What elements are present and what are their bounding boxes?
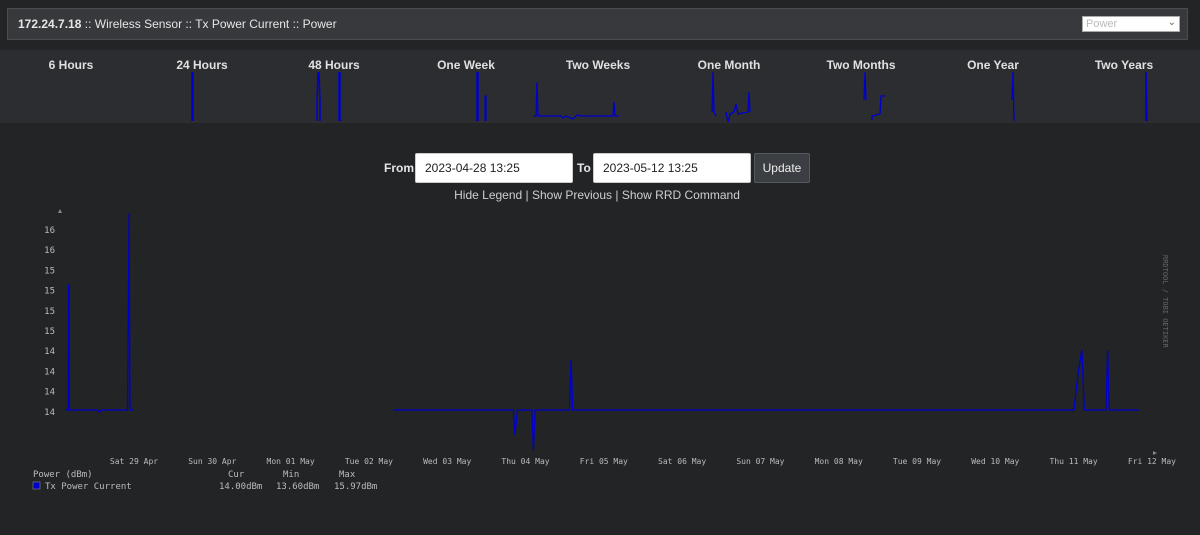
legend-col-max: Max xyxy=(339,470,356,480)
x-tick-label: Wed 10 May xyxy=(971,457,1019,466)
timespan-24-hours[interactable]: 24 Hours xyxy=(137,50,267,123)
timespan-sparkline xyxy=(476,72,487,121)
timespan-sparkline xyxy=(191,72,194,121)
timespan-one-month[interactable]: One Month xyxy=(664,50,794,123)
x-tick-label: Fri 05 May xyxy=(580,457,628,466)
x-tick-label: Thu 11 May xyxy=(1050,457,1098,466)
x-tick-label: Sat 29 Apr xyxy=(110,457,158,466)
legend-unit-label: Power (dBm) xyxy=(33,470,93,480)
from-date-input[interactable] xyxy=(415,153,573,183)
update-button[interactable]: Update xyxy=(754,153,810,183)
y-tick-label: 15 xyxy=(44,327,55,337)
timespan-label: 48 Hours xyxy=(308,58,360,72)
timespan-previews: 6 Hours 24 Hours 48 Hours One Week Two W… xyxy=(0,50,1200,123)
timespan-sparkline xyxy=(533,81,619,120)
breadcrumb: 172.24.7.18 :: Wireless Sensor :: Tx Pow… xyxy=(18,17,337,31)
y-tick-label: 16 xyxy=(44,226,55,236)
x-tick-label: Fri 12 May xyxy=(1128,457,1176,466)
graph-header: 172.24.7.18 :: Wireless Sensor :: Tx Pow… xyxy=(7,8,1188,40)
show-rrd-command-link[interactable]: Show RRD Command xyxy=(622,188,740,202)
series-line-tx-power-current xyxy=(393,349,1139,451)
x-axis-arrow-icon xyxy=(1153,451,1157,455)
x-axis-ticks: Sat 29 Apr Sun 30 Apr Mon 01 May Tue 02 May… xyxy=(110,457,1176,466)
timespan-label: One Year xyxy=(967,58,1019,72)
timespan-sparkline xyxy=(863,72,885,120)
legend-cur-value: 14.00dBm xyxy=(219,482,262,492)
metric-select[interactable]: Power ⌄ xyxy=(1082,16,1180,32)
timespan-sparkline xyxy=(1011,72,1015,122)
x-tick-label: Sat 06 May xyxy=(658,457,706,466)
y-tick-label: 15 xyxy=(44,266,55,276)
y-tick-label: 16 xyxy=(44,246,55,256)
to-label: To xyxy=(577,161,591,175)
y-tick-label: 14 xyxy=(44,388,55,398)
chevron-down-icon: ⌄ xyxy=(1167,17,1176,28)
timespan-48-hours[interactable]: 48 Hours xyxy=(269,50,399,123)
from-label: From xyxy=(384,161,414,175)
y-tick-label: 14 xyxy=(44,367,55,377)
y-axis-ticks: 16 16 15 15 15 15 14 14 14 14 xyxy=(44,226,55,418)
x-tick-label: Mon 01 May xyxy=(267,457,315,466)
timespan-label: Two Weeks xyxy=(565,58,631,72)
timespan-one-year[interactable]: One Year xyxy=(928,50,1058,123)
x-tick-label: Sun 07 May xyxy=(736,457,784,466)
legend-max-value: 15.97dBm xyxy=(334,482,377,492)
legend-min-value: 13.60dBm xyxy=(276,482,319,492)
legend-series-name: Tx Power Current xyxy=(45,482,132,492)
show-previous-link[interactable]: Show Previous xyxy=(532,188,612,202)
timespan-label: 6 Hours xyxy=(48,58,94,72)
legend-col-min: Min xyxy=(283,470,299,480)
x-tick-label: Sun 30 Apr xyxy=(188,457,236,466)
timespan-label: One Month xyxy=(697,58,761,72)
timespan-label: One Week xyxy=(437,58,495,72)
y-tick-label: 14 xyxy=(44,408,55,418)
x-tick-label: Tue 02 May xyxy=(345,457,393,466)
x-tick-label: Tue 09 May xyxy=(893,457,941,466)
hide-legend-link[interactable]: Hide Legend xyxy=(454,188,522,202)
legend-col-cur: Cur xyxy=(228,470,245,480)
breadcrumb-path: :: Wireless Sensor :: Tx Power Current :… xyxy=(81,17,337,31)
power-chart: 16 16 15 15 15 15 14 14 14 14 Sat 29 Apr Sun 30 Ap… xyxy=(32,209,1176,492)
y-tick-label: 15 xyxy=(44,287,55,297)
timespan-two-years[interactable]: Two Years xyxy=(1059,50,1189,123)
x-tick-label: Mon 08 May xyxy=(815,457,863,466)
timespan-sparkline xyxy=(6,72,136,122)
timespan-sparkline xyxy=(316,72,341,121)
rrdtool-watermark: RRDTOOL / TOBI OETIKER xyxy=(1161,255,1169,349)
to-date-input[interactable] xyxy=(593,153,751,183)
timespan-two-weeks[interactable]: Two Weeks xyxy=(533,50,663,123)
y-axis-arrow-icon xyxy=(58,209,62,213)
series-line-tx-power-current xyxy=(65,212,134,413)
date-range-form: From To Update xyxy=(0,153,1200,183)
timespan-label: Two Years xyxy=(1094,58,1154,72)
device-host: 172.24.7.18 xyxy=(18,17,82,31)
link-separator: | xyxy=(612,188,622,202)
y-tick-label: 14 xyxy=(44,347,55,357)
timespan-label: Two Months xyxy=(826,58,896,72)
legend-swatch xyxy=(32,481,41,490)
timespan-sparkline xyxy=(1145,72,1148,122)
timespan-one-week[interactable]: One Week xyxy=(401,50,531,123)
timespan-two-months[interactable]: Two Months xyxy=(796,50,926,123)
x-tick-label: Wed 03 May xyxy=(423,457,471,466)
timespan-sparkline xyxy=(711,72,751,122)
y-tick-label: 15 xyxy=(44,307,55,317)
link-separator: | xyxy=(522,188,532,202)
metric-select-value: Power xyxy=(1086,18,1118,30)
timespan-6-hours[interactable]: 6 Hours xyxy=(6,50,136,123)
x-tick-label: Thu 04 May xyxy=(501,457,549,466)
timespan-label: 24 Hours xyxy=(176,58,228,72)
graph-links: Hide Legend | Show Previous | Show RRD C… xyxy=(0,188,1194,202)
